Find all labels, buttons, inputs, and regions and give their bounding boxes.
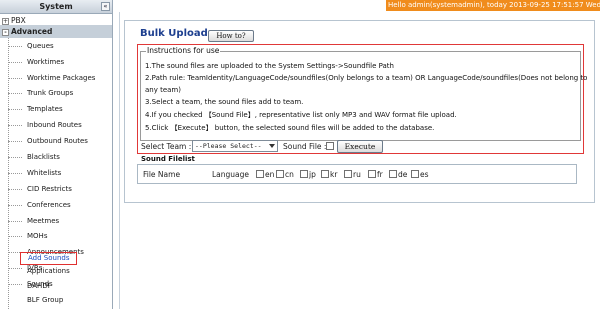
tree-tick [8,268,22,269]
language-label-fr: fr [377,170,383,179]
language-label-de: de [398,170,408,179]
sidebar-group-advanced[interactable]: - Advanced [0,25,112,38]
sidebar-item-add-sounds[interactable]: Add Sounds [20,252,78,265]
tree-tick [8,93,22,94]
tree-tick [8,189,22,190]
sidebar-item-blacklists[interactable]: Blacklists [27,151,60,164]
sound-file-label: Sound File : [283,142,327,151]
sidebar-item-worktimes[interactable]: Worktimes [27,56,64,69]
file-name-label: File Name [143,170,181,179]
sidebar-item-cid-restricts[interactable]: CID Restricts [27,183,72,196]
language-label-ru: ru [353,170,361,179]
sidebar-group-label: PBX [11,16,26,25]
sidebar-group-label: Advanced [11,27,53,36]
instruction-line: 4.If you checked 【Sound File】, represent… [145,111,457,119]
sound-filelist-title: Sound Filelist [141,155,195,163]
sidebar-title: System [39,2,73,11]
sidebar-item-trunk-groups[interactable]: Trunk Groups [27,87,73,100]
greeting-banner: Hello admin(systemadmin), today 2013-09-… [386,0,600,11]
tree-tick [8,46,22,47]
collapse-icon[interactable]: - [2,28,9,36]
language-label-en: en [265,170,275,179]
tree-tick [8,125,22,126]
language-checkbox-es[interactable] [411,170,419,178]
sidebar-item-templates[interactable]: Templates [27,103,63,116]
language-checkbox-en[interactable] [256,170,264,178]
instruction-line: 3.Select a team, the sound files add to … [145,98,304,106]
tree-tick [8,141,22,142]
language-checkbox-fr[interactable] [368,170,376,178]
language-label: Language [212,170,250,179]
instruction-line: 1.The sound files are uploaded to the Sy… [145,62,394,70]
sidebar-item-meetmes[interactable]: Meetmes [27,215,59,228]
language-checkbox-kr[interactable] [321,170,329,178]
sidebar-item-outbound-routes[interactable]: Outbound Routes [27,135,88,148]
tree-tick [8,205,22,206]
collapse-sidebar-icon[interactable]: « [101,2,110,11]
instructions-legend: Instructions for use [146,46,221,55]
chevron-down-icon[interactable] [269,144,275,148]
sidebar-item-sounds[interactable]: Sounds [27,278,53,291]
expand-icon[interactable]: + [2,17,9,25]
instruction-line: 5.Click 【Execute】 button, the selected s… [145,124,435,132]
page-title: Bulk Upload [140,28,208,39]
team-select[interactable]: --Please Select-- [192,140,278,152]
language-checkbox-jp[interactable] [300,170,308,178]
tree-tick [8,236,22,237]
sidebar-item-mohs[interactable]: MOHs [27,230,47,243]
language-checkbox-cn[interactable] [276,170,284,178]
tree-tick [8,78,22,79]
team-select-value: --Please Select-- [195,142,262,150]
sidebar-item-queues[interactable]: Queues [27,40,54,53]
language-checkbox-ru[interactable] [344,170,352,178]
execute-button[interactable]: Execute [337,140,383,153]
tree-tick [8,221,22,222]
sidebar-header: System « [0,0,112,14]
language-label-es: es [420,170,429,179]
tree-tick [8,62,22,63]
language-label-cn: cn [285,170,294,179]
sidebar-item-inbound-routes[interactable]: Inbound Routes [27,119,82,132]
select-team-label: Select Team : [141,142,192,151]
tree-tick [8,109,22,110]
tree-tick [8,157,22,158]
how-to-button[interactable]: How to? [208,30,254,42]
instruction-line: any team) [145,86,181,94]
sidebar-item-conferences[interactable]: Conferences [27,199,71,212]
sound-file-checkbox[interactable] [326,142,334,150]
tree-tick [8,284,22,285]
instruction-line: 2.Path rule: TeamIdentity/LanguageCode/s… [145,74,588,82]
language-label-kr: kr [330,170,338,179]
sidebar-item-worktime-packages[interactable]: Worktime Packages [27,72,95,85]
language-checkbox-de[interactable] [389,170,397,178]
sidebar-item-whitelists[interactable]: Whitelists [27,167,61,180]
language-label-jp: jp [309,170,316,179]
tree-tick [8,173,22,174]
